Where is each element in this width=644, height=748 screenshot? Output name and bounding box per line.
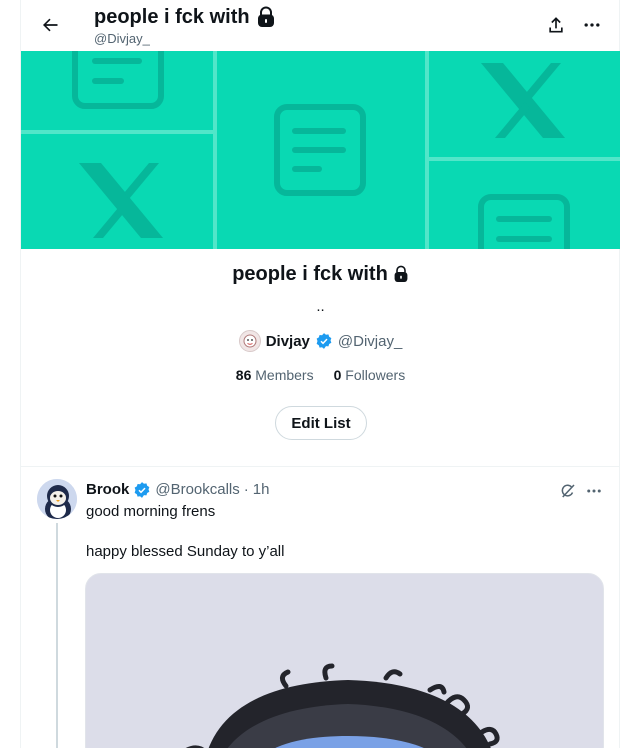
more-icon [587,489,601,493]
verified-badge-icon [316,333,332,349]
tweet-text-line: happy blessed Sunday to y’all [86,543,285,560]
tweet-author-handle[interactable]: @Brookcalls [155,480,239,500]
penguin-avatar-icon [37,479,77,519]
more-icon [584,23,600,27]
header-title: people i fck with [94,5,276,29]
owner-name[interactable]: Divjay [266,333,310,350]
members-label: Members [255,367,314,383]
banner-pattern [21,51,620,249]
lock-icon [257,6,274,27]
tweet-image [86,574,603,748]
members-link[interactable]: 86 Members [236,367,314,383]
edit-list-button[interactable]: Edit List [275,406,367,440]
tweet-text-line: good morning frens [86,503,216,520]
grok-icon [561,484,575,498]
owner-handle[interactable]: @Divjay_ [338,333,402,350]
tweet-media[interactable] [85,573,604,748]
tweet-author-avatar[interactable] [37,479,77,519]
followers-link[interactable]: 0 Followers [334,367,406,383]
top-bar: people i fck with @Divjay_ [21,0,621,51]
back-button[interactable] [35,10,65,40]
tweet-header: Brook @Brookcalls · 1h [86,480,269,500]
list-name: people i fck with [21,262,620,286]
verified-badge-icon [134,482,150,498]
list-timeline-column: people i fck with @Divjay_ people i fck … [20,0,620,748]
owner-avatar[interactable] [238,330,261,352]
grok-button[interactable] [558,481,578,501]
tweet-timestamp[interactable]: 1h [253,480,270,500]
list-description: .. [316,298,325,315]
header-title-text: people i fck with [94,6,250,28]
tweet-more-button[interactable] [584,481,604,501]
tweet[interactable]: Brook @Brookcalls · 1h good morning fren… [21,467,620,748]
list-banner [21,51,620,249]
avatar-face-icon [243,334,257,348]
list-name-text: people i fck with [232,263,388,285]
followers-label: Followers [345,367,406,383]
lock-icon [394,265,408,282]
share-icon [549,17,563,33]
share-button[interactable] [543,12,569,38]
list-owner[interactable]: Divjay @Divjay_ [21,330,620,352]
tweet-separator: · [243,481,249,498]
members-count: 86 [235,367,252,383]
header-handle: @Divjay_ [94,31,150,46]
thread-connector [56,523,58,748]
more-button[interactable] [579,12,605,38]
followers-count: 0 [333,367,342,383]
tweet-author-name[interactable]: Brook [86,480,129,500]
list-stats: 86 Members 0 Followers [21,367,620,383]
arrow-left-icon [43,18,58,32]
